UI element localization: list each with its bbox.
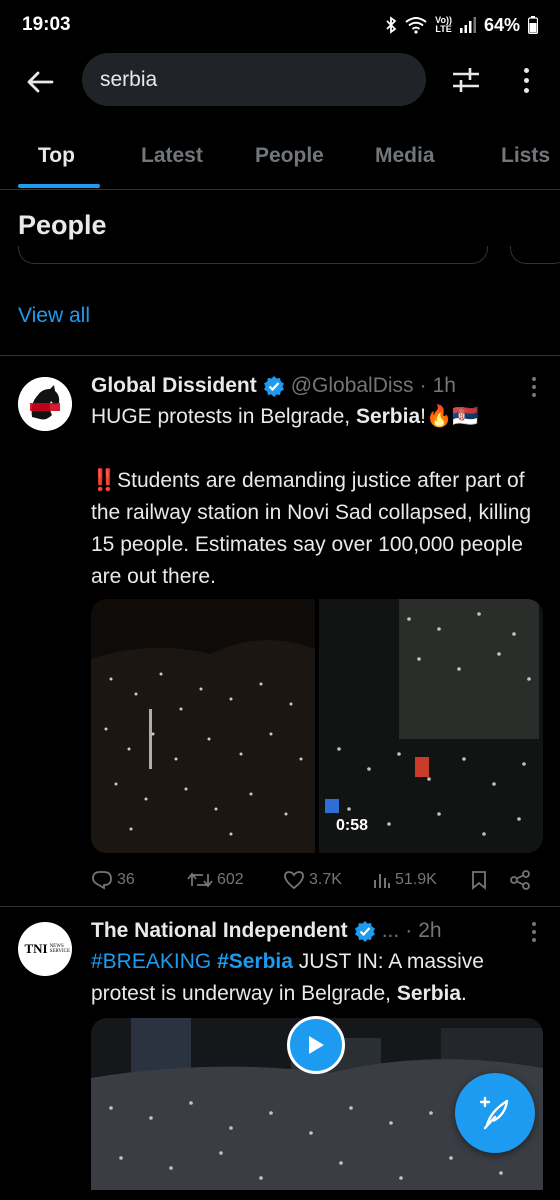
back-button[interactable] bbox=[22, 65, 58, 99]
status-icons: Vo)) LTE 64% bbox=[385, 15, 538, 36]
bookmark-button[interactable] bbox=[471, 865, 487, 895]
post-media[interactable] bbox=[91, 599, 543, 853]
post-more-button[interactable] bbox=[530, 920, 538, 944]
post-header: The National Independent ... · 2h bbox=[91, 918, 442, 944]
search-field[interactable] bbox=[82, 53, 426, 106]
like-button[interactable]: 3.7K bbox=[283, 865, 342, 895]
verified-badge-icon bbox=[263, 375, 285, 397]
post-text: #BREAKING #Serbia JUST IN: A massive pro… bbox=[91, 946, 541, 1010]
views-count: 51.9K bbox=[395, 871, 437, 888]
avatar[interactable]: TNI NEWS SERVICE bbox=[18, 922, 72, 976]
bookmark-icon bbox=[472, 871, 486, 890]
reply-icon bbox=[92, 871, 112, 890]
play-icon bbox=[309, 1036, 324, 1054]
status-time: 19:03 bbox=[22, 14, 71, 35]
hashtag-link[interactable]: #Serbia bbox=[217, 950, 293, 973]
author-name[interactable]: The National Independent bbox=[91, 919, 348, 943]
post-text-part: . bbox=[461, 982, 467, 1005]
post-national-independent[interactable]: TNI NEWS SERVICE The National Independen… bbox=[0, 906, 560, 1200]
dot bbox=[523, 77, 529, 83]
volte-indicator: Vo)) LTE bbox=[435, 16, 452, 34]
post-body: ‼️Students are demanding justice after p… bbox=[91, 469, 532, 588]
arrow-left-icon bbox=[27, 71, 54, 93]
post-time: 2h bbox=[418, 919, 442, 942]
people-card[interactable] bbox=[510, 246, 560, 264]
verified-badge-icon bbox=[354, 920, 376, 942]
post-actions: 36 602 3.7K 51.9K bbox=[91, 865, 541, 895]
people-section-title: People bbox=[18, 210, 107, 240]
repost-icon bbox=[187, 872, 213, 888]
volte-bottom: LTE bbox=[435, 24, 452, 34]
dot bbox=[532, 393, 536, 397]
hashtag-link[interactable]: #BREAKING bbox=[91, 950, 211, 973]
separator: · bbox=[419, 374, 427, 397]
tab-latest[interactable]: Latest bbox=[141, 144, 203, 168]
separator: · bbox=[405, 919, 413, 942]
post-text-part: HUGE protests in Belgrade, bbox=[91, 405, 356, 428]
wifi-icon bbox=[405, 16, 427, 34]
heart-icon bbox=[284, 871, 304, 890]
search-filter-button[interactable] bbox=[449, 64, 483, 96]
reply-count: 36 bbox=[117, 871, 135, 888]
search-tabs: Top Latest People Media Lists bbox=[0, 128, 560, 190]
feather-plus-icon bbox=[479, 1096, 509, 1130]
signal-icon bbox=[459, 17, 476, 33]
more-vertical-icon bbox=[523, 67, 529, 73]
author-handle[interactable]: @GlobalDiss bbox=[291, 374, 414, 398]
media-image-left[interactable] bbox=[91, 599, 315, 853]
share-button[interactable] bbox=[509, 865, 531, 895]
post-text-bold: Serbia bbox=[355, 405, 421, 428]
author-name[interactable]: Global Dissident bbox=[91, 374, 257, 398]
views-button[interactable]: 51.9K bbox=[373, 865, 437, 895]
dot bbox=[532, 385, 536, 389]
active-tab-indicator bbox=[18, 184, 100, 188]
post-global-dissident[interactable]: Global Dissident @GlobalDiss · 1h HUGE p… bbox=[0, 355, 560, 905]
share-icon bbox=[510, 870, 530, 890]
dot bbox=[532, 377, 536, 381]
sliders-icon bbox=[453, 68, 479, 92]
tab-top[interactable]: Top bbox=[38, 144, 75, 168]
avatar-logo-subtext: NEWS SERVICE bbox=[49, 944, 70, 954]
post-time: 1h bbox=[432, 374, 456, 397]
dot bbox=[523, 87, 529, 93]
dot bbox=[532, 930, 536, 934]
tab-lists[interactable]: Lists bbox=[501, 144, 550, 168]
battery-icon bbox=[528, 16, 538, 34]
more-options-button[interactable] bbox=[516, 64, 536, 96]
post-header: Global Dissident @GlobalDiss · 1h bbox=[91, 373, 456, 399]
repost-button[interactable]: 602 bbox=[187, 865, 244, 895]
avatar[interactable] bbox=[18, 377, 72, 431]
post-text: HUGE protests in Belgrade, Serbia!🔥🇷🇸 ‼️… bbox=[91, 401, 541, 593]
post-more-button[interactable] bbox=[530, 375, 538, 399]
dot bbox=[532, 938, 536, 942]
bluetooth-icon bbox=[385, 16, 397, 34]
play-button[interactable] bbox=[287, 1016, 345, 1074]
compose-post-button[interactable] bbox=[455, 1073, 535, 1153]
views-chart-icon bbox=[374, 874, 390, 888]
search-input[interactable] bbox=[100, 67, 408, 92]
crowd-image bbox=[91, 599, 315, 853]
people-card[interactable] bbox=[18, 246, 488, 264]
video-duration: 0:58 bbox=[336, 817, 369, 834]
reply-button[interactable]: 36 bbox=[91, 865, 135, 895]
avatar-logo-text: TNI bbox=[24, 941, 48, 956]
post-text-part: !🔥🇷🇸 bbox=[420, 405, 479, 428]
post-text-bold: Serbia bbox=[396, 982, 462, 1005]
tab-people[interactable]: People bbox=[255, 144, 324, 168]
tab-media[interactable]: Media bbox=[375, 144, 435, 168]
repost-count: 602 bbox=[217, 871, 244, 888]
search-header bbox=[0, 52, 560, 112]
crowd-image bbox=[319, 599, 543, 853]
battery-level: 64% bbox=[483, 14, 520, 35]
status-bar: 19:03 Vo)) LTE 64% bbox=[0, 0, 560, 50]
view-all-link[interactable]: View all bbox=[18, 304, 90, 328]
like-count: 3.7K bbox=[309, 871, 342, 888]
dot bbox=[532, 922, 536, 926]
horse-logo-icon bbox=[18, 377, 72, 431]
author-handle-truncated[interactable]: ... bbox=[382, 919, 400, 943]
media-image-right[interactable] bbox=[319, 599, 543, 853]
